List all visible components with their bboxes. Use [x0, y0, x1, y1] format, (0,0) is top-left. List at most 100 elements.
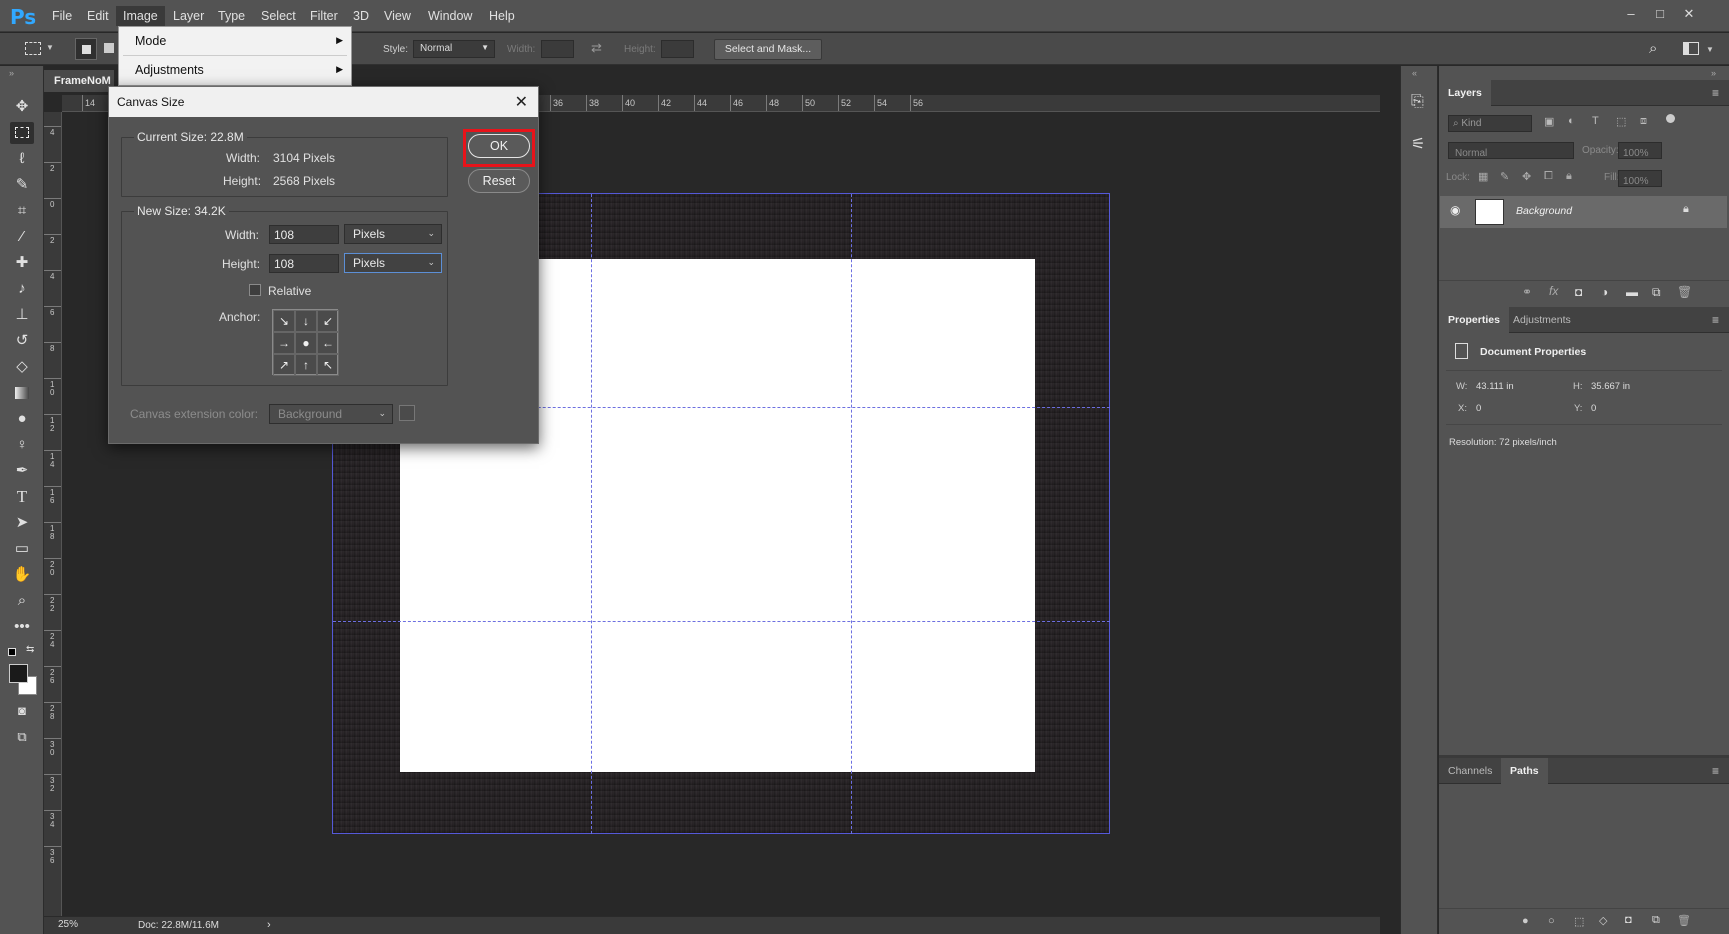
- type-filter-icon[interactable]: T: [1592, 115, 1599, 127]
- tab-layers[interactable]: Layers: [1439, 80, 1491, 106]
- height-input[interactable]: 108: [269, 254, 339, 273]
- shape-filter-icon[interactable]: ⬚: [1616, 115, 1626, 128]
- chevron-right-icon[interactable]: ›: [267, 919, 271, 931]
- anchor-center[interactable]: ●: [295, 332, 317, 354]
- pixel-filter-icon[interactable]: ▣: [1544, 115, 1554, 128]
- panel-menu-icon[interactable]: ≡: [1712, 86, 1719, 100]
- menu-select[interactable]: Select: [261, 9, 296, 23]
- marquee-preset-icon[interactable]: [25, 42, 41, 55]
- menu-item-mode[interactable]: Mode ▶: [119, 27, 351, 55]
- menu-filter[interactable]: Filter: [310, 9, 338, 23]
- move-tool-icon[interactable]: ✥: [10, 96, 34, 118]
- width-input[interactable]: 108: [269, 225, 339, 244]
- mask-icon[interactable]: ◘: [1575, 285, 1582, 299]
- close-icon[interactable]: ✕: [515, 92, 528, 112]
- w-value[interactable]: 43.111 in: [1476, 381, 1514, 392]
- brush-tool-icon[interactable]: ♪: [10, 278, 34, 300]
- zoom-tool-icon[interactable]: ⌕: [10, 590, 34, 612]
- collapse-icon[interactable]: »: [9, 68, 14, 78]
- type-tool-icon[interactable]: T: [10, 486, 34, 508]
- tab-paths[interactable]: Paths: [1501, 758, 1548, 784]
- pen-tool-icon[interactable]: ✒: [10, 460, 34, 482]
- lasso-tool-icon[interactable]: ℓ: [10, 148, 34, 170]
- reset-button[interactable]: Reset: [468, 169, 530, 193]
- new-path-icon[interactable]: ⧉: [1652, 914, 1660, 927]
- trash-icon[interactable]: 🗑︎: [1677, 285, 1692, 299]
- new-selection-icon[interactable]: [75, 38, 97, 60]
- tab-properties[interactable]: Properties: [1439, 307, 1509, 333]
- menu-edit[interactable]: Edit: [87, 9, 109, 23]
- anchor-middle-right[interactable]: ←: [317, 332, 339, 354]
- style-select[interactable]: Normal ▼: [413, 40, 495, 58]
- history-brush-tool-icon[interactable]: ↺: [10, 330, 34, 352]
- workspace-icon[interactable]: [1683, 42, 1699, 55]
- crop-tool-icon[interactable]: ⌗: [10, 200, 34, 222]
- add-selection-icon[interactable]: [104, 43, 114, 53]
- tab-channels[interactable]: Channels: [1439, 758, 1501, 784]
- anchor-bottom-center[interactable]: ↑: [295, 354, 317, 376]
- menu-3d[interactable]: 3D: [353, 9, 369, 23]
- chevron-down-icon[interactable]: ▼: [1706, 45, 1714, 54]
- layer-thumbnail[interactable]: [1475, 199, 1504, 225]
- clone-stamp-tool-icon[interactable]: ⊥: [10, 304, 34, 326]
- menu-type[interactable]: Type: [218, 9, 245, 23]
- menu-window[interactable]: Window: [428, 9, 472, 23]
- ok-button[interactable]: OK: [468, 134, 530, 158]
- opacity-input[interactable]: 100%: [1618, 142, 1662, 159]
- anchor-top-right[interactable]: ↙: [317, 310, 339, 332]
- height-input[interactable]: [661, 40, 694, 58]
- adjustment-filter-icon[interactable]: ◐: [1568, 115, 1575, 127]
- guide-vertical[interactable]: [591, 194, 592, 834]
- eye-icon[interactable]: ◉: [1450, 203, 1460, 217]
- screen-mode-icon[interactable]: ⧉: [10, 726, 34, 748]
- panel-menu-icon[interactable]: ≡: [1712, 764, 1719, 778]
- path-to-selection-icon[interactable]: ⬚: [1574, 915, 1584, 928]
- blur-tool-icon[interactable]: ●: [10, 408, 34, 430]
- collapse-icon[interactable]: «: [1412, 68, 1417, 78]
- select-and-mask-button[interactable]: Select and Mask...: [714, 39, 822, 60]
- maximize-button[interactable]: □: [1647, 4, 1673, 24]
- anchor-middle-left[interactable]: →: [273, 332, 295, 354]
- menu-view[interactable]: View: [384, 9, 411, 23]
- anchor-top-center[interactable]: ↓: [295, 310, 317, 332]
- anchor-top-left[interactable]: ↘: [273, 310, 295, 332]
- group-folder-icon[interactable]: ▬: [1626, 285, 1638, 299]
- lock-pixels-icon[interactable]: ✎: [1500, 170, 1509, 183]
- quick-mask-icon[interactable]: ◙: [10, 700, 34, 722]
- menu-file[interactable]: File: [52, 9, 72, 23]
- lock-all-icon[interactable]: 🔒︎: [1566, 170, 1572, 183]
- y-value[interactable]: 0: [1591, 403, 1596, 414]
- new-layer-icon[interactable]: ⧉: [1652, 285, 1661, 300]
- lock-position-icon[interactable]: ✥: [1522, 170, 1531, 183]
- height-unit-select[interactable]: Pixels ⌄: [344, 253, 442, 273]
- rectangle-tool-icon[interactable]: ▭: [10, 538, 34, 560]
- anchor-bottom-right[interactable]: ↖: [317, 354, 339, 376]
- path-selection-tool-icon[interactable]: ➤: [10, 512, 34, 534]
- tab-adjustments[interactable]: Adjustments: [1504, 307, 1580, 333]
- x-value[interactable]: 0: [1476, 403, 1481, 414]
- quick-select-tool-icon[interactable]: ✎: [10, 174, 34, 196]
- filter-toggle-icon[interactable]: [1666, 114, 1675, 123]
- eyedropper-tool-icon[interactable]: ⁄: [10, 226, 34, 248]
- more-tools-icon[interactable]: •••: [10, 616, 34, 638]
- width-unit-select[interactable]: Pixels ⌄: [344, 224, 442, 244]
- width-input[interactable]: [541, 40, 574, 58]
- menu-layer[interactable]: Layer: [173, 9, 204, 23]
- menu-item-adjustments[interactable]: Adjustments ▶: [119, 56, 351, 84]
- panel-menu-icon[interactable]: ≡: [1712, 313, 1719, 327]
- guide-vertical[interactable]: [851, 194, 852, 834]
- add-mask-icon[interactable]: ◘: [1625, 914, 1632, 926]
- history-panel-icon[interactable]: ⎘: [1411, 93, 1424, 111]
- fx-icon[interactable]: fx: [1549, 284, 1558, 298]
- adjustment-layer-icon[interactable]: ◑: [1601, 285, 1608, 299]
- foreground-color-swatch[interactable]: [9, 664, 28, 683]
- fill-input[interactable]: 100%: [1618, 170, 1662, 187]
- search-icon[interactable]: ⌕: [1649, 40, 1657, 57]
- blend-mode-select[interactable]: Normal: [1448, 142, 1574, 159]
- smart-object-filter-icon[interactable]: ⧈: [1640, 115, 1647, 128]
- fill-path-icon[interactable]: ●: [1522, 915, 1529, 927]
- layer-filter-select[interactable]: ⌕ Kind: [1448, 115, 1532, 132]
- link-layers-icon[interactable]: ⚭: [1522, 285, 1532, 299]
- relative-checkbox[interactable]: [249, 284, 261, 296]
- marquee-tool-icon[interactable]: [10, 122, 34, 144]
